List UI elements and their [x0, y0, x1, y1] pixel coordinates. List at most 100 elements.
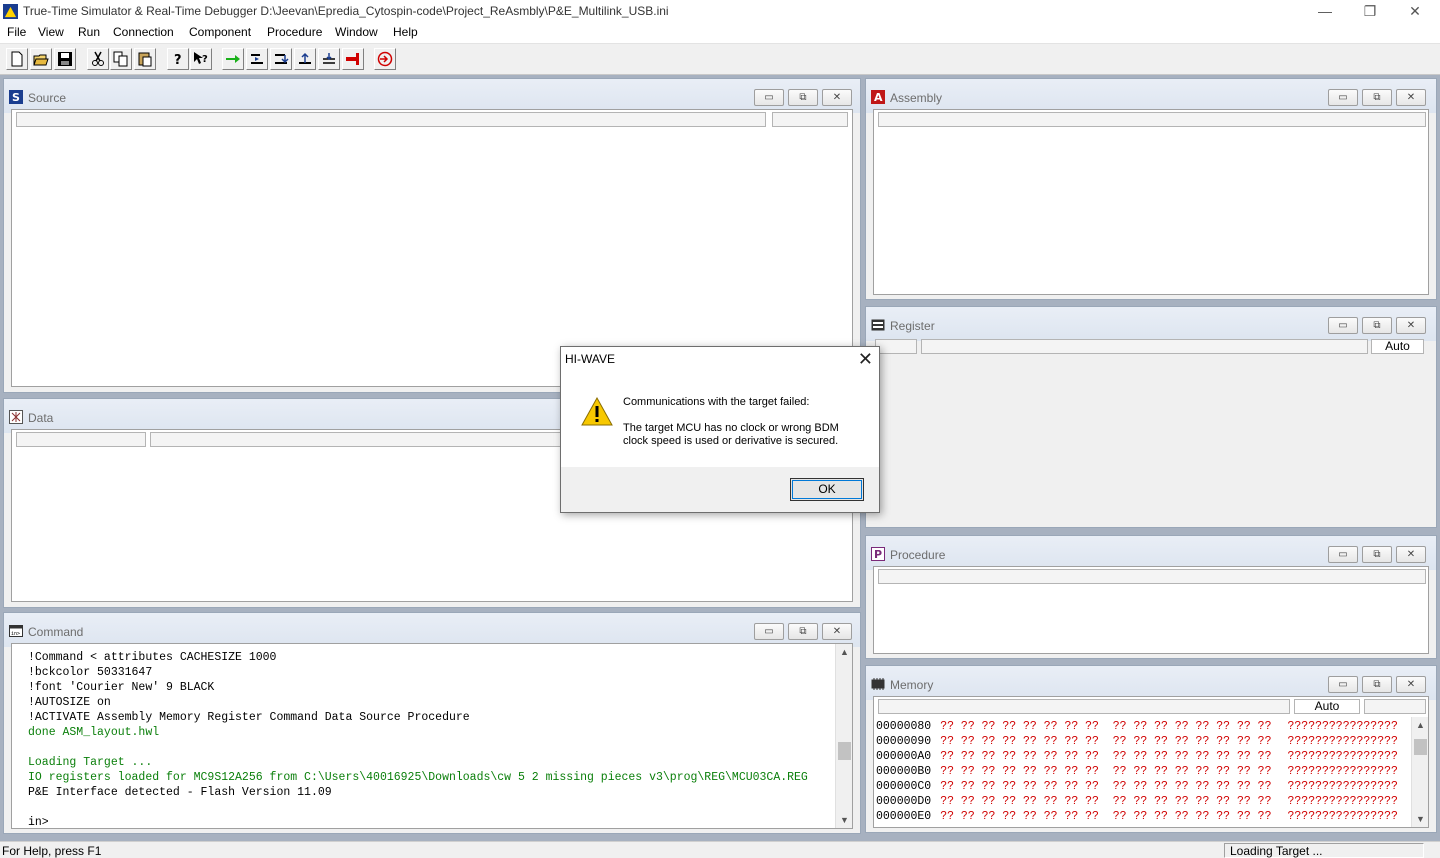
ok-button[interactable]: OK [790, 478, 864, 501]
save-button[interactable] [54, 48, 76, 70]
halt-button[interactable] [342, 48, 364, 70]
memory-ascii: ???????????????? [1287, 810, 1398, 823]
minimize-button[interactable]: — [1302, 0, 1348, 23]
register-maximize-button[interactable]: ⧉ [1362, 317, 1392, 334]
title-bar: True-Time Simulator & Real-Time Debugger… [0, 0, 1440, 23]
memory-row[interactable]: 000000A0 ?? ?? ?? ?? ?? ?? ?? ?? ?? ?? ??… [876, 749, 1398, 764]
register-minimize-button[interactable]: ▭ [1328, 317, 1358, 334]
memory-bytes: ?? ?? ?? ?? ?? ?? ?? ?? ?? ?? ?? ?? ?? ?… [940, 765, 1272, 778]
status-help-text: For Help, press F1 [2, 844, 102, 858]
step-out-button[interactable] [294, 48, 316, 70]
memory-row[interactable]: 000000C0 ?? ?? ?? ?? ?? ?? ?? ?? ?? ?? ??… [876, 779, 1398, 794]
cut-icon [92, 51, 104, 66]
memory-row[interactable]: 000000B0 ?? ?? ?? ?? ?? ?? ?? ?? ?? ?? ??… [876, 764, 1398, 779]
error-dialog: HI-WAVE ✕ Communications with the target… [560, 346, 880, 513]
memory-address: 000000B0 [876, 765, 932, 778]
memory-bytes: ?? ?? ?? ?? ?? ?? ?? ?? ?? ?? ?? ?? ?? ?… [940, 720, 1272, 733]
svg-text:S: S [12, 91, 20, 104]
dialog-message-heading: Communications with the target failed: [623, 396, 810, 408]
svg-text:in>: in> [11, 631, 20, 637]
data-window-icon [9, 410, 23, 424]
command-line: done ASM_layout.hwl [28, 726, 160, 739]
memory-view[interactable]: Auto 00000080 ?? ?? ?? ?? ?? ?? ?? ?? ?? … [873, 696, 1429, 828]
copy-button[interactable] [110, 48, 132, 70]
memory-scroll-up-icon[interactable]: ▲ [1412, 717, 1428, 733]
help-icon: ? [174, 53, 182, 67]
reset-target-button[interactable] [374, 48, 396, 70]
restore-button[interactable]: ❐ [1347, 0, 1393, 23]
start-continue-button[interactable] [222, 48, 244, 70]
source-maximize-button[interactable]: ⧉ [788, 89, 818, 106]
open-button[interactable] [30, 48, 52, 70]
command-line: !ACTIVATE Assembly Memory Register Comma… [28, 711, 470, 724]
assembly-step-button[interactable] [318, 48, 340, 70]
memory-ascii: ???????????????? [1287, 795, 1398, 808]
close-button[interactable]: ✕ [1392, 0, 1438, 23]
command-maximize-button[interactable]: ⧉ [788, 623, 818, 640]
procedure-view[interactable] [873, 566, 1429, 654]
procedure-title: Procedure [890, 548, 946, 562]
register-close-button[interactable]: ✕ [1396, 317, 1426, 334]
memory-scroll-down-icon[interactable]: ▼ [1412, 811, 1428, 827]
menu-help[interactable]: Help [393, 25, 418, 39]
menu-component[interactable]: Component [189, 25, 251, 39]
dialog-close-button[interactable]: ✕ [858, 349, 873, 370]
open-folder-icon [33, 54, 49, 66]
menu-window[interactable]: Window [335, 25, 378, 39]
command-log: !Command < attributes CACHESIZE 1000 !bck… [28, 650, 808, 828]
memory-address: 00000090 [876, 735, 932, 748]
scroll-down-icon[interactable]: ▼ [836, 812, 852, 828]
menu-run[interactable]: Run [78, 25, 100, 39]
paste-button[interactable] [134, 48, 156, 70]
register-window-icon [871, 319, 885, 331]
source-close-button[interactable]: ✕ [822, 89, 852, 106]
memory-row[interactable]: 000000E0 ?? ?? ?? ?? ?? ?? ?? ?? ?? ?? ??… [876, 809, 1398, 824]
memory-minimize-button[interactable]: ▭ [1328, 676, 1358, 693]
assembly-close-button[interactable]: ✕ [1396, 89, 1426, 106]
menu-procedure[interactable]: Procedure [267, 25, 322, 39]
help-button[interactable]: ? [167, 48, 189, 70]
memory-scroll-thumb[interactable] [1414, 739, 1427, 755]
assembly-address-field [878, 112, 1426, 127]
command-window-icon: in> [9, 625, 23, 637]
memory-mode-field[interactable]: Auto [1294, 699, 1360, 714]
command-scrollbar[interactable]: ▲ ▼ [835, 644, 852, 828]
memory-row[interactable]: 00000080 ?? ?? ?? ?? ?? ?? ?? ?? ?? ?? ??… [876, 719, 1398, 734]
assembly-minimize-button[interactable]: ▭ [1328, 89, 1358, 106]
memory-close-button[interactable]: ✕ [1396, 676, 1426, 693]
step-over-button[interactable] [270, 48, 292, 70]
command-close-button[interactable]: ✕ [822, 623, 852, 640]
dialog-title: HI-WAVE [565, 352, 615, 366]
memory-row[interactable]: 000000D0 ?? ?? ?? ?? ?? ?? ?? ?? ?? ?? ??… [876, 794, 1398, 809]
assembly-maximize-button[interactable]: ⧉ [1362, 89, 1392, 106]
start-continue-icon [226, 55, 240, 63]
command-scroll-thumb[interactable] [838, 742, 851, 760]
memory-scrollbar[interactable]: ▲ ▼ [1411, 717, 1428, 827]
assembly-caption: A Assembly ▭ ⧉ ✕ [866, 79, 1436, 113]
memory-maximize-button[interactable]: ⧉ [1362, 676, 1392, 693]
memory-row[interactable]: 00000090 ?? ?? ?? ?? ?? ?? ?? ?? ?? ?? ??… [876, 734, 1398, 749]
step-over-icon [275, 54, 289, 64]
procedure-minimize-button[interactable]: ▭ [1328, 546, 1358, 563]
context-help-button[interactable]: ? [190, 48, 212, 70]
register-mode-field[interactable]: Auto [1371, 339, 1424, 354]
assembly-view[interactable] [873, 109, 1429, 295]
cut-button[interactable] [87, 48, 109, 70]
menu-file[interactable]: File [7, 25, 26, 39]
procedure-close-button[interactable]: ✕ [1396, 546, 1426, 563]
source-title: Source [28, 91, 67, 105]
procedure-maximize-button[interactable]: ⧉ [1362, 546, 1392, 563]
procedure-window-icon: P [871, 547, 885, 561]
single-step-button[interactable] [246, 48, 268, 70]
assembly-window-icon: A [871, 90, 885, 104]
memory-ascii: ???????????????? [1287, 750, 1398, 763]
scroll-up-icon[interactable]: ▲ [836, 644, 852, 660]
svg-text:A: A [874, 91, 883, 104]
menu-view[interactable]: View [38, 25, 64, 39]
menu-connection[interactable]: Connection [113, 25, 174, 39]
dialog-footer: OK [561, 467, 879, 512]
command-minimize-button[interactable]: ▭ [754, 623, 784, 640]
new-file-button[interactable] [6, 48, 28, 70]
command-output[interactable]: !Command < attributes CACHESIZE 1000 !bck… [11, 643, 853, 829]
source-minimize-button[interactable]: ▭ [754, 89, 784, 106]
